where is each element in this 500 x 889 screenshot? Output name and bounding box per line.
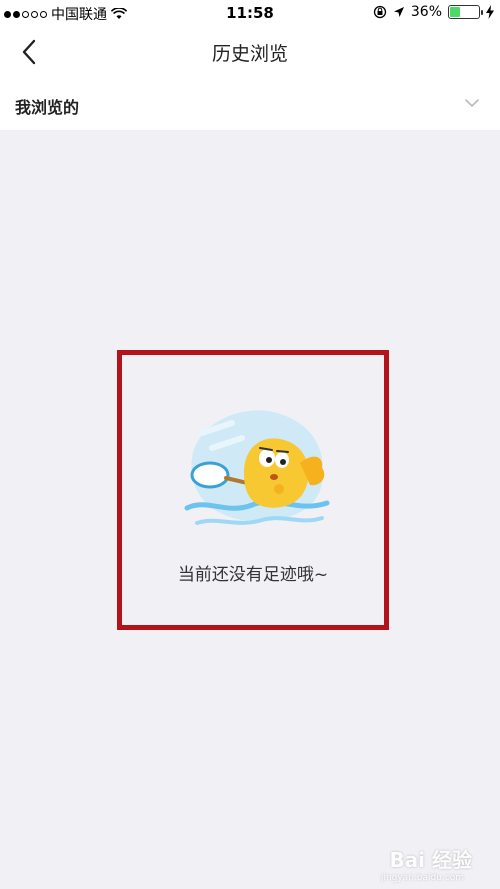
- empty-state-highlight: 当前还没有足迹哦~: [117, 350, 389, 630]
- nav-bar: 历史浏览: [0, 26, 500, 78]
- charging-icon: [486, 5, 494, 19]
- battery-icon: [448, 5, 483, 19]
- watermark-logo: Bai 经验: [389, 848, 472, 872]
- filter-selected-label: 我浏览的: [15, 98, 80, 117]
- status-bar: 中国联通 11:58 36%: [0, 0, 500, 26]
- page-title: 历史浏览: [211, 43, 288, 65]
- rotation-lock-icon: [373, 5, 387, 19]
- watermark-url: jingyan.baidu.com: [380, 873, 464, 883]
- battery-percent: 36%: [410, 4, 442, 20]
- status-right: 36%: [373, 4, 494, 20]
- location-arrow-icon: [393, 7, 404, 17]
- fish-with-net-icon: [184, 410, 330, 525]
- empty-state-message: 当前还没有足迹哦~: [177, 565, 329, 585]
- filter-dropdown[interactable]: 我浏览的: [0, 78, 500, 130]
- chevron-down-icon: [465, 99, 479, 108]
